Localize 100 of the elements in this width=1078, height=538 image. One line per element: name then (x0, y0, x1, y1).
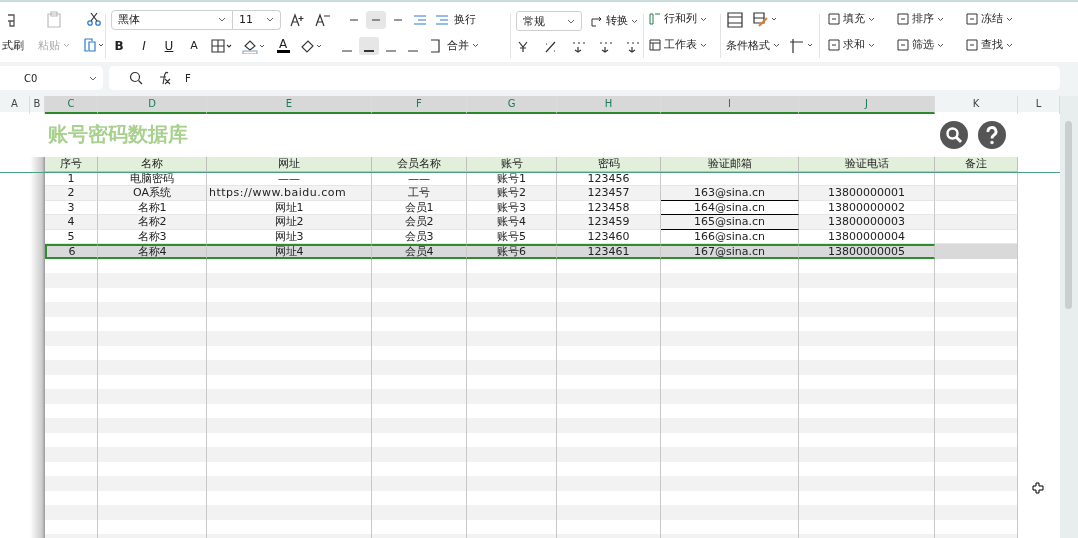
italic-button[interactable]: I (136, 38, 152, 53)
editing-button[interactable]: 查找 (966, 38, 1023, 52)
column-heading: 密码 (557, 157, 661, 172)
convert-icon (591, 15, 603, 27)
table-cell: 工号 (372, 186, 467, 201)
column-header[interactable]: D (98, 96, 207, 114)
column-header[interactable]: K (935, 96, 1018, 114)
editing-button[interactable]: 填充 (827, 12, 884, 26)
table-cell: 名称2 (98, 215, 207, 230)
grow-font-icon[interactable] (290, 12, 306, 27)
column-header[interactable]: A (0, 96, 30, 114)
editing-button[interactable]: 冻结 (966, 12, 1023, 26)
align-icon[interactable] (359, 36, 379, 55)
column-header[interactable]: I (661, 96, 799, 114)
number-format-select[interactable]: 常规 (516, 11, 582, 31)
caret-icon (1006, 42, 1014, 48)
table-cell: 账号6 (467, 244, 557, 259)
table-cell: 123461 (557, 244, 661, 259)
column-header[interactable]: C (45, 96, 98, 114)
conditional-format-button[interactable]: 条件格式 (726, 38, 780, 53)
font-color-button[interactable]: A (275, 38, 291, 53)
column-heading: 验证电话 (799, 157, 935, 172)
caret-icon (631, 18, 638, 24)
border-icon[interactable] (211, 38, 233, 53)
underline-button[interactable]: U (161, 38, 177, 53)
number-format-icon[interactable] (597, 41, 615, 53)
sheet-icon (649, 39, 661, 51)
table-cell: 账号4 (467, 215, 557, 230)
editing-button[interactable]: 排序 (897, 12, 953, 26)
bold-button[interactable]: B (111, 38, 127, 53)
table-cell: 网址2 (207, 215, 372, 230)
table-cell: 2 (45, 186, 98, 201)
tool-icon (966, 39, 979, 51)
column-heading: 会员名称 (372, 157, 467, 172)
caret-icon (700, 16, 707, 22)
tool-icon (827, 39, 840, 51)
table-cell: 13800000001 (799, 186, 935, 201)
format-painter-button[interactable]: 式刷 (2, 38, 24, 53)
table-cell: 163@sina.cn (661, 186, 799, 201)
tool-icon (897, 39, 909, 51)
caret-icon (63, 43, 70, 49)
table-cell: 账号2 (467, 186, 557, 201)
number-format-icon[interactable] (570, 41, 588, 53)
wrap-text-button[interactable]: 换行 (454, 12, 476, 27)
column-header[interactable]: F (372, 96, 467, 114)
worksheet-button[interactable]: 工作表 (649, 38, 707, 52)
caret-icon (218, 17, 226, 22)
caret-icon (1006, 16, 1014, 22)
table-cell: 123457 (557, 186, 661, 201)
table-cell: 123459 (557, 215, 661, 230)
tool-icon (897, 13, 909, 25)
caret-icon (89, 75, 97, 81)
table-style-icon[interactable] (726, 10, 744, 29)
table-cell: 167@sina.cn (661, 244, 799, 259)
table-cell: 13800000005 (799, 244, 935, 259)
shrink-font-icon[interactable] (315, 12, 331, 27)
cell-style-icon[interactable] (753, 11, 779, 28)
font-family-select[interactable]: 黑体 (111, 9, 233, 30)
merge-button[interactable]: 合并 (447, 38, 479, 53)
formula-field[interactable]: F (185, 72, 191, 84)
font-size-select[interactable]: 11 (233, 9, 281, 30)
caret-icon (567, 18, 575, 24)
table-cell: 165@sina.cn (661, 215, 799, 230)
column-header[interactable]: E (207, 96, 372, 114)
column-header[interactable]: J (799, 96, 935, 114)
frame-icon[interactable] (789, 37, 815, 54)
tool-icon (966, 13, 979, 25)
column-header[interactable]: G (467, 96, 557, 114)
copy-icon[interactable] (84, 38, 104, 52)
zoom-icon[interactable] (129, 71, 143, 85)
caret-icon (773, 43, 780, 48)
rows-columns-button[interactable]: 行和列 (649, 12, 707, 26)
number-format-icon[interactable] (624, 41, 642, 53)
scissors-icon[interactable] (87, 12, 101, 26)
editing-button[interactable]: 求和 (827, 38, 884, 52)
eraser-icon[interactable] (300, 38, 324, 53)
editing-button[interactable]: 筛选 (897, 38, 953, 52)
tool-icon (827, 13, 840, 25)
table-cell: 网址4 (207, 244, 372, 259)
cell-reference-field[interactable]: C0 (0, 66, 103, 90)
table-cell: 4 (45, 215, 98, 230)
table-cell: 名称4 (98, 244, 207, 259)
sheet-title: 账号密码数据库 (48, 121, 189, 148)
caret-icon (472, 43, 479, 48)
cursor-icon (1032, 482, 1044, 494)
convert-button[interactable]: 转换 (591, 14, 638, 28)
table-cell: 13800000003 (799, 215, 935, 230)
strikethrough-button[interactable]: A (186, 39, 202, 52)
search-icon[interactable] (940, 120, 968, 149)
help-icon[interactable] (978, 120, 1006, 149)
format-painter-icon[interactable] (8, 11, 18, 28)
caret-icon (937, 16, 944, 22)
caret-icon (700, 42, 707, 48)
scrollbar[interactable] (1060, 96, 1078, 538)
column-heading: 序号 (45, 157, 98, 172)
table-cell: 会员2 (372, 215, 467, 230)
column-header[interactable]: H (557, 96, 661, 114)
function-icon[interactable] (157, 71, 171, 85)
caret-icon (266, 17, 274, 22)
column-heading: 账号 (467, 157, 557, 172)
